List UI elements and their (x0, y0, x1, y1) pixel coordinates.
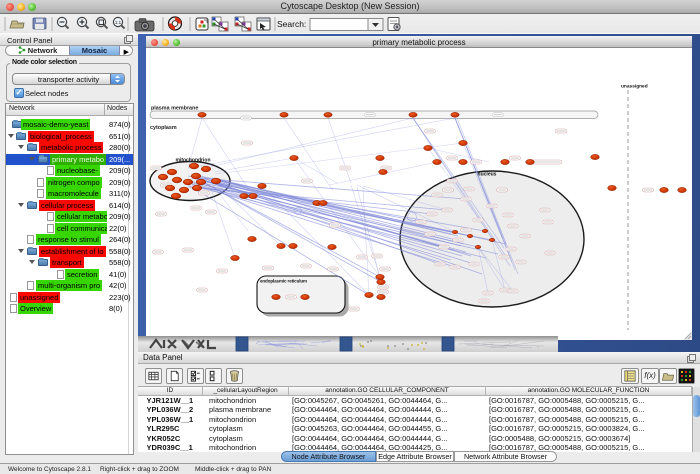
svg-text:plasma membrane: plasma membrane (151, 106, 198, 112)
svg-text:unassigned: unassigned (621, 84, 648, 90)
svg-text:mitochondrion: mitochondrion (176, 158, 211, 164)
svg-text:cytoplasm: cytoplasm (150, 125, 177, 131)
svg-text:endoplasmic reticulum: endoplasmic reticulum (260, 279, 307, 284)
svg-text:nucleus: nucleus (478, 172, 497, 178)
svg-text:Search:: Search: (277, 19, 306, 29)
svg-text:1:1: 1:1 (115, 20, 122, 25)
